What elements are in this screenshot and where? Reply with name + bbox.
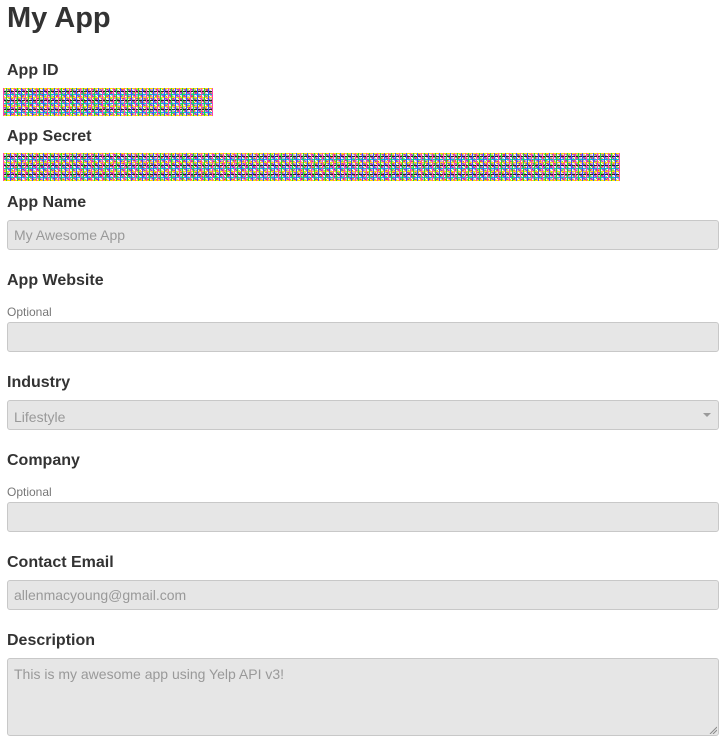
industry-label: Industry — [7, 374, 71, 391]
chevron-down-icon — [703, 413, 711, 417]
app-id-label: App ID — [7, 62, 59, 79]
app-website-label: App Website — [7, 272, 104, 289]
app-website-hint: Optional — [7, 305, 52, 319]
app-secret-label: App Secret — [7, 128, 92, 145]
app-secret-redacted-value — [3, 153, 620, 181]
page-title: My App — [7, 2, 111, 34]
description-label: Description — [7, 632, 96, 649]
description-wrapper: This is my awesome app using Yelp API v3… — [7, 658, 719, 736]
industry-select[interactable]: Lifestyle — [7, 400, 719, 430]
industry-selected-value: Lifestyle — [14, 409, 66, 425]
resize-handle-icon[interactable] — [709, 726, 717, 734]
app-website-input[interactable] — [7, 322, 719, 352]
contact-email-label: Contact Email — [7, 554, 114, 571]
company-hint: Optional — [7, 485, 52, 499]
app-name-input[interactable] — [7, 220, 719, 250]
description-textarea[interactable]: This is my awesome app using Yelp API v3… — [7, 658, 719, 736]
company-label: Company — [7, 452, 80, 469]
app-id-redacted-value — [3, 88, 213, 116]
app-name-label: App Name — [7, 194, 87, 211]
contact-email-input[interactable] — [7, 580, 719, 610]
company-input[interactable] — [7, 502, 719, 532]
